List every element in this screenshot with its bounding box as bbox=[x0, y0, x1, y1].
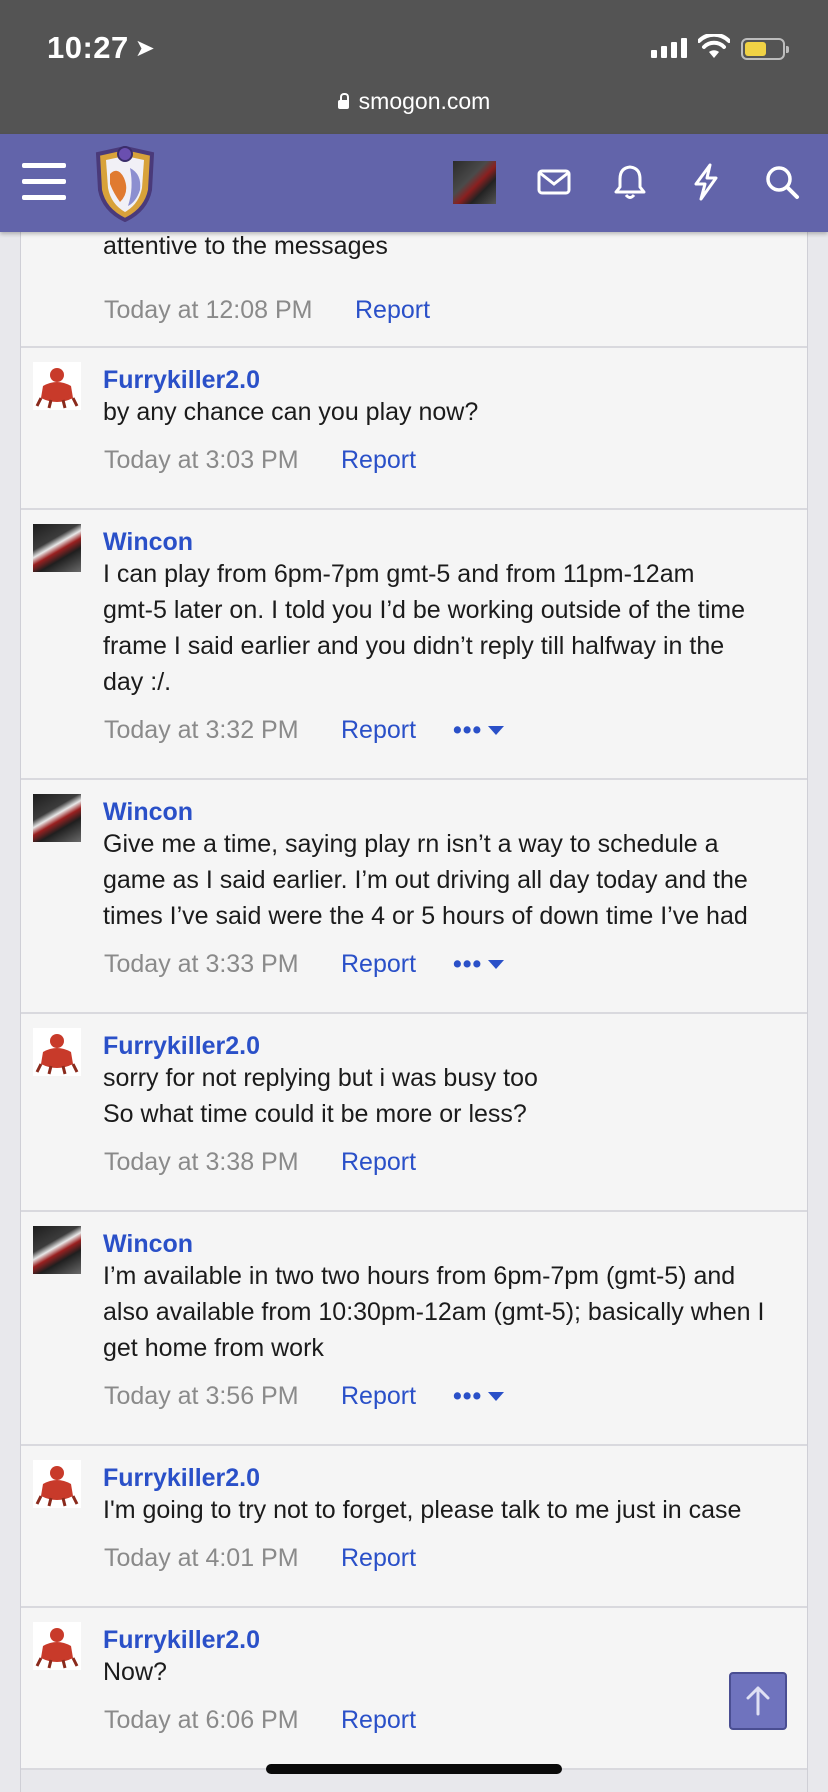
battery-icon bbox=[741, 38, 789, 60]
message: Furrykiller2.0 Now? Today at 6:06 PM Rep… bbox=[21, 1608, 807, 1770]
report-link[interactable]: Report bbox=[355, 296, 430, 325]
message-text: or if you want we can play in a while, I… bbox=[103, 232, 388, 260]
message: Wincon I can play from 6pm-7pm gmt-5 and… bbox=[21, 510, 807, 780]
more-actions-button[interactable]: ••• bbox=[453, 1382, 505, 1411]
conversation-thread: or if you want we can play in a while, I… bbox=[20, 232, 808, 1792]
report-link[interactable]: Report bbox=[341, 950, 416, 979]
more-dots: ••• bbox=[453, 716, 483, 744]
report-link[interactable]: Report bbox=[341, 1544, 416, 1573]
site-navbar bbox=[0, 134, 828, 232]
message-timestamp[interactable]: Today at 6:06 PM bbox=[104, 1706, 299, 1735]
bolt-icon[interactable] bbox=[686, 162, 726, 202]
furrykiller-avatar[interactable] bbox=[33, 1622, 81, 1670]
more-actions-button[interactable]: ••• bbox=[453, 950, 505, 979]
wifi-icon bbox=[698, 34, 730, 58]
message-timestamp[interactable]: Today at 4:01 PM bbox=[104, 1544, 299, 1573]
message-text: I’m available in two two hours from 6pm-… bbox=[103, 1262, 765, 1362]
status-bar: 10:27 ➤ smogon.com bbox=[0, 0, 828, 134]
wincon-avatar[interactable] bbox=[33, 794, 81, 842]
message-text: I'm going to try not to forget, please t… bbox=[103, 1496, 742, 1524]
chevron-down-icon bbox=[488, 960, 505, 969]
message: Furrykiller2.0 by any chance can you pla… bbox=[21, 348, 807, 510]
message-timestamp[interactable]: Today at 3:38 PM bbox=[104, 1148, 299, 1177]
username-link[interactable]: Wincon bbox=[103, 1230, 193, 1259]
message-text: by any chance can you play now? bbox=[103, 398, 479, 426]
report-link[interactable]: Report bbox=[341, 1148, 416, 1177]
location-arrow-icon: ➤ bbox=[134, 35, 156, 62]
status-time: 10:27 ➤ bbox=[47, 30, 155, 66]
furrykiller-avatar[interactable] bbox=[33, 1460, 81, 1508]
more-dots: ••• bbox=[453, 1382, 483, 1410]
username-link[interactable]: Wincon bbox=[103, 798, 193, 827]
message-timestamp[interactable]: Today at 12:08 PM bbox=[104, 296, 312, 325]
message-text: Now? bbox=[103, 1658, 167, 1686]
more-dots: ••• bbox=[453, 950, 483, 978]
username-link[interactable]: Furrykiller2.0 bbox=[103, 366, 260, 395]
report-link[interactable]: Report bbox=[341, 446, 416, 475]
cellular-signal-icon bbox=[651, 38, 687, 58]
message-timestamp[interactable]: Today at 3:56 PM bbox=[104, 1382, 299, 1411]
site-logo[interactable] bbox=[90, 144, 160, 222]
search-icon[interactable] bbox=[762, 162, 802, 202]
report-link[interactable]: Report bbox=[341, 1706, 416, 1735]
message: Furrykiller2.0 sorry for not replying bu… bbox=[21, 1014, 807, 1212]
message-timestamp[interactable]: Today at 3:03 PM bbox=[104, 446, 299, 475]
menu-icon[interactable] bbox=[22, 163, 66, 201]
url-text: smogon.com bbox=[358, 88, 491, 114]
report-link[interactable]: Report bbox=[341, 716, 416, 745]
username-link[interactable]: Wincon bbox=[103, 528, 193, 557]
scroll-to-top-button[interactable] bbox=[729, 1672, 787, 1730]
clock-text: 10:27 bbox=[47, 30, 129, 65]
message-text: sorry for not replying but i was busy to… bbox=[103, 1064, 538, 1128]
chevron-down-icon bbox=[488, 1392, 505, 1401]
wincon-avatar[interactable] bbox=[33, 524, 81, 572]
home-indicator bbox=[266, 1764, 562, 1774]
username-link[interactable]: Furrykiller2.0 bbox=[103, 1032, 260, 1061]
message-text: I can play from 6pm-7pm gmt-5 and from 1… bbox=[103, 560, 746, 696]
username-link[interactable]: Furrykiller2.0 bbox=[103, 1626, 260, 1655]
address-bar[interactable]: smogon.com bbox=[0, 88, 828, 115]
username-link[interactable]: Furrykiller2.0 bbox=[103, 1464, 260, 1493]
lock-icon bbox=[337, 93, 349, 109]
wincon-avatar[interactable] bbox=[33, 1226, 81, 1274]
user-avatar[interactable] bbox=[453, 161, 496, 204]
furrykiller-avatar[interactable] bbox=[33, 1028, 81, 1076]
more-actions-button[interactable]: ••• bbox=[453, 716, 505, 745]
message: Furrykiller2.0 I'm going to try not to f… bbox=[21, 1446, 807, 1608]
mail-icon[interactable] bbox=[534, 162, 574, 202]
message-text: Give me a time, saying play rn isn’t a w… bbox=[103, 830, 748, 930]
arrow-up-icon bbox=[746, 1686, 770, 1716]
chevron-down-icon bbox=[488, 726, 505, 735]
message: Wincon Give me a time, saying play rn is… bbox=[21, 780, 807, 1014]
report-link[interactable]: Report bbox=[341, 1382, 416, 1411]
message-timestamp[interactable]: Today at 3:33 PM bbox=[104, 950, 299, 979]
message-timestamp[interactable]: Today at 3:32 PM bbox=[104, 716, 299, 745]
furrykiller-avatar[interactable] bbox=[33, 362, 81, 410]
message: Wincon I’m available in two two hours fr… bbox=[21, 1212, 807, 1446]
bell-icon[interactable] bbox=[610, 162, 650, 202]
message: or if you want we can play in a while, I… bbox=[21, 232, 807, 348]
